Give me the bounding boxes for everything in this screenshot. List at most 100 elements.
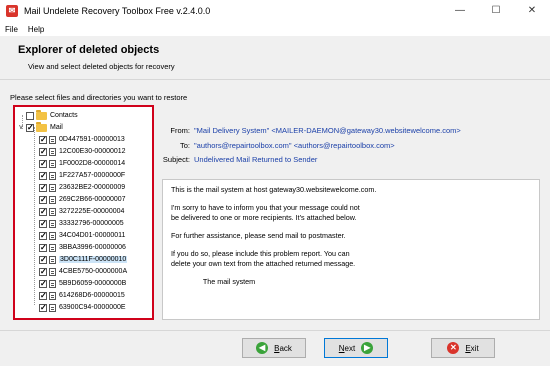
checkbox[interactable]: [39, 279, 47, 289]
folder-icon: [36, 121, 47, 132]
message-file-icon: [49, 255, 56, 264]
close-button[interactable]: ✕: [514, 0, 550, 22]
checkbox[interactable]: [39, 219, 47, 229]
exit-button[interactable]: ✕ Exit: [431, 338, 495, 358]
checkbox[interactable]: [39, 291, 47, 301]
message-file-icon: [49, 207, 56, 216]
tree-node-label: Mail: [50, 124, 63, 131]
page-subtitle: View and select deleted objects for reco…: [28, 62, 175, 71]
message-body-line: [171, 194, 531, 203]
tree-node-message[interactable]: 1F0002D8-00000014: [39, 158, 125, 169]
message-body[interactable]: This is the mail system at host gateway3…: [162, 179, 540, 320]
tree-node-label: Contacts: [50, 112, 78, 119]
message-body-line: For further assistance, please send mail…: [171, 230, 346, 240]
message-body-line: This is the mail system at host gateway3…: [171, 185, 377, 194]
checkbox[interactable]: [39, 231, 47, 241]
to-label: To:: [179, 141, 190, 150]
message-body-line: I'm sorry to have to inform you that you…: [171, 203, 360, 213]
checkbox[interactable]: [39, 255, 47, 265]
tree-node-label: 3BBA3996-00000006: [59, 244, 126, 251]
tree-node-message[interactable]: 1F227A57-0000000F: [39, 170, 125, 181]
tree-node-label: 3D0C111F-00000010: [59, 256, 128, 263]
tree-node-label: 269C2B66-00000007: [59, 196, 126, 203]
message-body-line: be delivered to one or more recipients. …: [171, 212, 357, 222]
next-button-label: Next: [338, 343, 356, 353]
checkbox[interactable]: [39, 183, 47, 193]
checkbox[interactable]: [39, 267, 47, 277]
message-file-icon: [49, 135, 56, 144]
tree-node-label: 4CBE5750-0000000A: [59, 268, 128, 275]
checkbox[interactable]: [39, 147, 47, 157]
checkbox[interactable]: [39, 195, 47, 205]
tree-node-label: 34C04D01-00000011: [59, 232, 126, 239]
message-body-line: The mail system: [171, 276, 256, 286]
tree-node-message[interactable]: 4CBE5750-0000000A: [39, 266, 127, 277]
tree-node-label: 3272225E-00000004: [59, 208, 125, 215]
expand-chevron-icon[interactable]: v: [17, 124, 25, 132]
checkbox[interactable]: [39, 207, 47, 217]
checkbox[interactable]: [39, 171, 47, 181]
checkbox[interactable]: [39, 135, 47, 145]
checkbox[interactable]: [26, 123, 34, 133]
tree-node-message[interactable]: 614268D6-00000015: [39, 290, 125, 301]
message-file-icon: [49, 219, 56, 228]
tree-node-message[interactable]: 0D447591-00000013: [39, 134, 125, 145]
instruction-text: Please select files and directories you …: [10, 93, 188, 102]
tree-node-message[interactable]: 34C04D01-00000011: [39, 230, 125, 241]
checkbox[interactable]: [39, 159, 47, 169]
message-body-line: [171, 222, 531, 231]
checkbox[interactable]: [26, 111, 34, 120]
message-file-icon: [49, 279, 56, 288]
title-bar: ✉ Mail Undelete Recovery Toolbox Free v.…: [0, 0, 550, 22]
back-arrow-icon: ◀: [256, 342, 269, 354]
message-file-icon: [49, 243, 56, 252]
message-file-icon: [49, 171, 56, 180]
tree-node-message[interactable]: 3272225E-00000004: [39, 206, 124, 217]
folder-tree[interactable]: Contacts v Mail 0D447591-00000013 12C00E3…: [13, 105, 154, 320]
next-button[interactable]: Next ▶: [324, 338, 388, 358]
tree-node-message[interactable]: 5B9D6059-0000000B: [39, 278, 126, 289]
subject-value: Undelivered Mail Returned to Sender: [194, 155, 318, 164]
message-file-icon: [49, 291, 56, 300]
message-file-icon: [49, 303, 56, 312]
window-title: Mail Undelete Recovery Toolbox Free v.2.…: [24, 6, 211, 16]
menu-file[interactable]: File: [0, 25, 23, 34]
subject-label: Subject:: [162, 155, 190, 164]
to-value: "authors@repairtoolbox.com" <authors@rep…: [194, 141, 395, 150]
tree-node-label: 33332796-00000005: [59, 220, 124, 227]
checkbox[interactable]: [39, 303, 47, 313]
next-arrow-icon: ▶: [361, 342, 374, 354]
message-body-line: delete your own text from the attached r…: [171, 258, 356, 268]
minimize-button[interactable]: —: [442, 0, 478, 22]
tree-node-message[interactable]: 23632BE2-00000009: [39, 182, 125, 193]
tree-connector: [17, 112, 25, 120]
menu-bar: File Help: [0, 22, 550, 36]
back-button[interactable]: ◀ Back: [242, 338, 306, 358]
tree-node-message[interactable]: 3BBA3996-00000006: [39, 242, 126, 253]
maximize-button[interactable]: ☐: [478, 0, 514, 22]
exit-button-label: Exit: [465, 343, 479, 353]
tree-node-message[interactable]: 63900C94-0000000E: [39, 302, 126, 313]
tree-node-label: 5B9D6059-0000000B: [59, 280, 127, 287]
message-file-icon: [49, 159, 56, 168]
tree-node-message[interactable]: 269C2B66-00000007: [39, 194, 126, 205]
tree-node-label: 1F227A57-0000000F: [59, 172, 126, 179]
message-file-icon: [49, 195, 56, 204]
folder-icon: [36, 109, 47, 120]
wizard-header: Explorer of deleted objects View and sel…: [0, 36, 550, 80]
from-value: "Mail Delivery System" <MAILER-DAEMON@ga…: [194, 126, 461, 135]
message-body-line: [171, 240, 531, 249]
back-button-label: Back: [274, 343, 292, 353]
tree-node-label: 63900C94-0000000E: [59, 304, 126, 311]
tree-node-message[interactable]: 3D0C111F-00000010: [39, 254, 128, 265]
tree-node-label: 23632BE2-00000009: [59, 184, 126, 191]
message-file-icon: [49, 267, 56, 276]
checkbox[interactable]: [39, 243, 47, 253]
tree-node-contacts[interactable]: Contacts: [17, 109, 78, 121]
tree-node-label: 614268D6-00000015: [59, 292, 125, 299]
tree-node-message[interactable]: 12C00E30-00000012: [39, 146, 126, 157]
tree-node-message[interactable]: 33332796-00000005: [39, 218, 124, 229]
message-file-icon: [49, 147, 56, 156]
tree-node-mail[interactable]: v Mail: [17, 121, 63, 133]
menu-help[interactable]: Help: [23, 25, 49, 34]
